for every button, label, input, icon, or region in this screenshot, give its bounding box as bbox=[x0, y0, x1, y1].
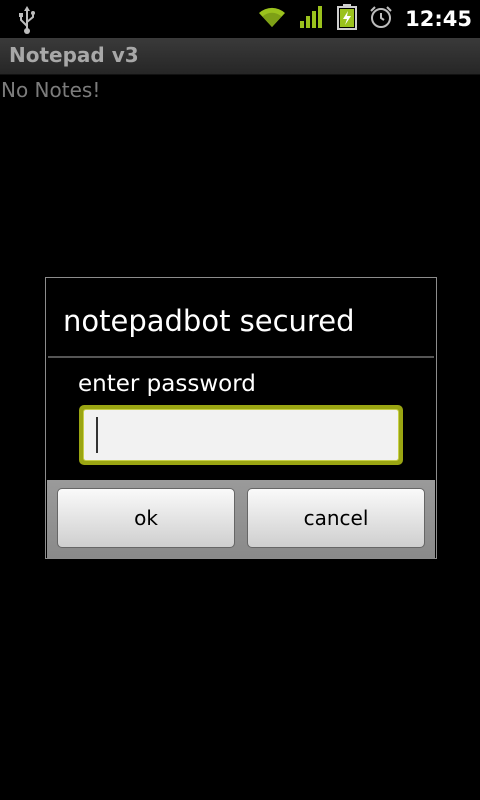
app-title-bar: Notepad v3 bbox=[0, 38, 480, 75]
dialog-title: notepadbot secured bbox=[63, 304, 355, 338]
password-field-frame bbox=[79, 405, 403, 465]
usb-icon bbox=[16, 6, 38, 38]
empty-notes-message: No Notes! bbox=[1, 78, 101, 102]
dialog-button-bar: ok cancel bbox=[47, 480, 435, 558]
battery-charging-icon bbox=[337, 4, 358, 34]
clock-time: 12:45 bbox=[405, 7, 472, 31]
app-title: Notepad v3 bbox=[9, 43, 139, 67]
dialog-divider bbox=[48, 356, 434, 358]
password-dialog: notepadbot secured enter password ok can… bbox=[45, 277, 437, 559]
password-label: enter password bbox=[78, 371, 256, 397]
cancel-button[interactable]: cancel bbox=[247, 488, 425, 548]
signal-icon bbox=[299, 5, 325, 33]
text-cursor bbox=[96, 417, 98, 453]
ok-button[interactable]: ok bbox=[57, 488, 235, 548]
status-bar: 12:45 bbox=[0, 0, 480, 38]
alarm-icon bbox=[369, 5, 393, 33]
password-input[interactable] bbox=[84, 410, 398, 460]
wifi-icon bbox=[257, 5, 287, 33]
